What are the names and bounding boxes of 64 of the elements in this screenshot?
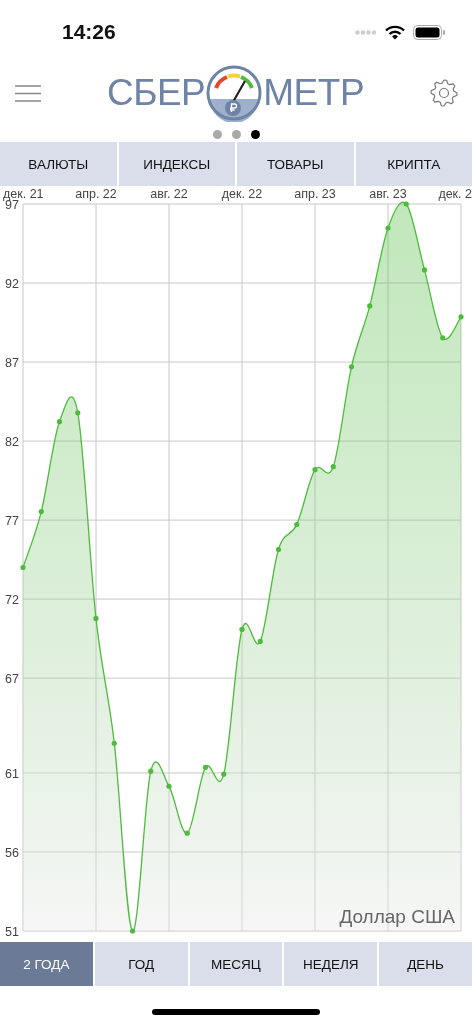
period-tab[interactable]: ГОД: [94, 942, 188, 986]
x-axis-label: дек. 2: [438, 187, 472, 201]
data-point: [367, 303, 373, 309]
x-axis-label: авг. 23: [369, 187, 407, 201]
menu-icon[interactable]: [15, 84, 41, 102]
y-axis-label: 77: [5, 514, 19, 529]
data-point: [56, 419, 63, 425]
data-point: [20, 564, 26, 571]
logo-text: МЕТР: [263, 72, 365, 114]
logo-text: СБЕР: [106, 72, 206, 114]
category-tab[interactable]: ИНДЕКСЫ: [118, 142, 235, 186]
y-axis-label: 92: [5, 277, 19, 292]
data-point: [348, 364, 355, 370]
period-tab[interactable]: 2 ГОДА: [0, 942, 93, 986]
data-point: [312, 467, 318, 473]
period-tab[interactable]: МЕСЯЦ: [189, 942, 283, 986]
wifi-icon: [385, 24, 405, 40]
data-point: [129, 928, 136, 934]
x-axis-label: авг. 22: [150, 187, 188, 201]
status-time: 14:26: [62, 19, 116, 44]
data-point: [93, 615, 99, 621]
data-point: [75, 410, 81, 416]
x-axis-label: апр. 23: [294, 187, 336, 201]
signal-icon: [355, 29, 377, 35]
y-axis-label: 97: [5, 198, 19, 213]
x-axis-label: дек. 22: [221, 187, 263, 201]
battery-icon: [413, 24, 446, 40]
data-point: [330, 464, 336, 470]
data-point: [294, 521, 300, 528]
x-axis-label: апр. 22: [75, 187, 117, 201]
data-point: [275, 546, 282, 553]
x-axis-label: дек. 21: [3, 187, 44, 201]
data-point: [421, 267, 428, 273]
page-dot[interactable]: [212, 129, 222, 139]
y-axis-label: 56: [5, 846, 19, 861]
y-axis-label: 72: [5, 593, 19, 608]
data-point: [458, 314, 464, 320]
y-axis-label: 61: [5, 767, 19, 782]
period-tab[interactable]: НЕДЕЛЯ: [284, 942, 378, 986]
data-point: [239, 626, 245, 633]
data-point: [202, 764, 209, 770]
data-point: [385, 225, 391, 231]
settings-icon[interactable]: [430, 79, 458, 107]
data-point: [257, 638, 263, 645]
page-dot[interactable]: [250, 129, 260, 139]
data-point: [221, 771, 227, 777]
data-point: [166, 783, 172, 789]
y-axis-label: 82: [5, 435, 19, 450]
data-point: [111, 740, 117, 746]
y-axis-label: 87: [5, 356, 19, 371]
page-dot[interactable]: [231, 129, 241, 139]
data-point: [38, 508, 44, 515]
data-point: [148, 768, 154, 774]
category-tab[interactable]: ТОВАРЫ: [237, 142, 354, 186]
data-point: [184, 830, 190, 836]
gauge-icon: [205, 64, 264, 122]
y-axis-label: 67: [5, 672, 19, 687]
data-point: [440, 335, 446, 341]
y-axis-label: 51: [5, 925, 19, 938]
series-name: Доллар США: [339, 906, 455, 927]
data-point: [403, 201, 409, 207]
category-tab[interactable]: КРИПТА: [355, 142, 472, 186]
category-tab[interactable]: ВАЛЮТЫ: [0, 142, 117, 186]
period-tab[interactable]: ДЕНЬ: [379, 942, 472, 986]
